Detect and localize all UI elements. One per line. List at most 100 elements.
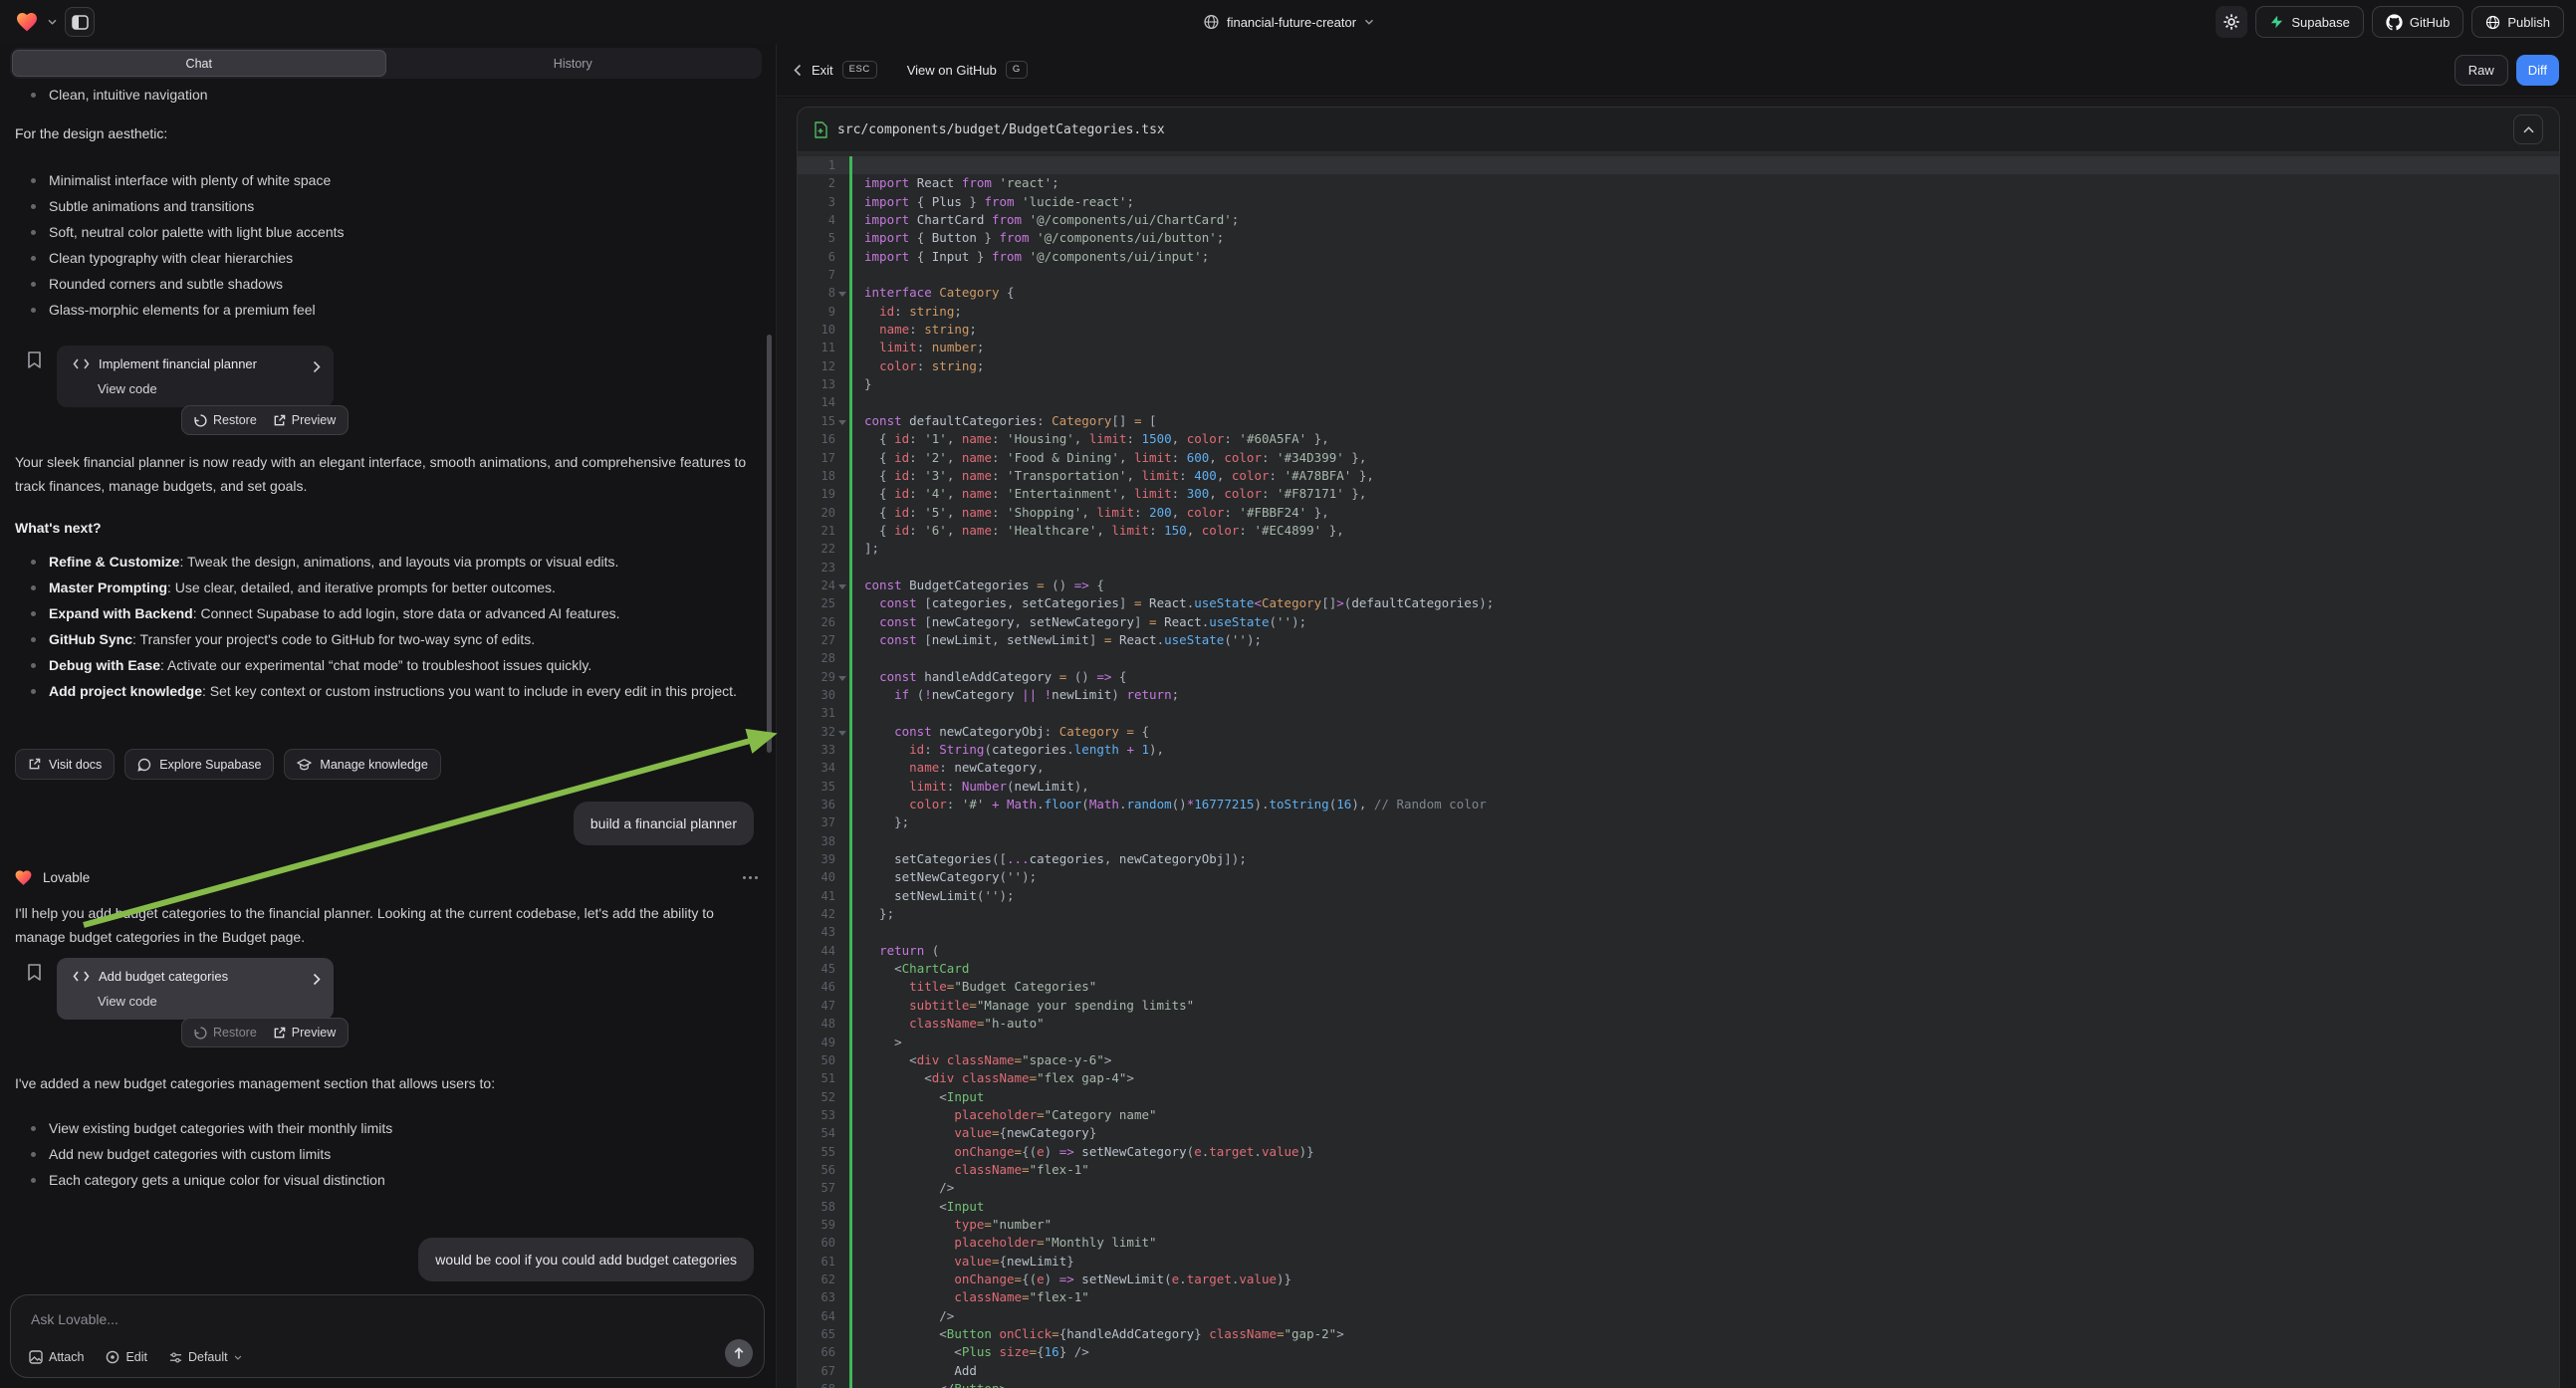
tab-history[interactable]: History bbox=[386, 50, 761, 77]
code-line: 36 color: '#' + Math.floor(Math.random()… bbox=[798, 796, 2559, 813]
code-line: 18 { id: '3', name: 'Transportation', li… bbox=[798, 467, 2559, 485]
exit-button[interactable]: Exit bbox=[812, 63, 833, 78]
code-text: title="Budget Categories" bbox=[849, 978, 2559, 996]
list-item: Expand with Backend: Connect Supabase to… bbox=[15, 600, 757, 626]
visit-docs-button[interactable]: Visit docs bbox=[15, 749, 115, 780]
version-card-implement-financial-planner[interactable]: Implement financial planner View code bbox=[57, 346, 334, 407]
bookmark-icon[interactable] bbox=[27, 963, 42, 982]
external-link-icon bbox=[273, 1027, 286, 1040]
design-heading: For the design aesthetic: bbox=[15, 121, 757, 145]
code-line: 5import { Button } from '@/components/ui… bbox=[798, 229, 2559, 247]
version-card-add-budget-categories[interactable]: Add budget categories View code bbox=[57, 958, 334, 1020]
sidebar-toggle-button[interactable] bbox=[65, 7, 95, 37]
code-line: 19 { id: '4', name: 'Entertainment', lim… bbox=[798, 485, 2559, 503]
project-switcher[interactable]: financial-future-creator bbox=[1203, 0, 1373, 44]
edit-button[interactable]: Edit bbox=[106, 1350, 147, 1364]
fold-chevron-icon[interactable] bbox=[838, 584, 846, 589]
bullet-text: Add new budget categories with custom li… bbox=[49, 1142, 331, 1166]
target-icon bbox=[106, 1350, 119, 1364]
code-text: ]; bbox=[849, 540, 2559, 558]
view-code-link[interactable]: View code bbox=[98, 381, 157, 396]
code-text bbox=[849, 649, 2559, 667]
code-line: 66 <Plus size={16} /> bbox=[798, 1343, 2559, 1361]
chat-scrollbar[interactable] bbox=[767, 335, 772, 753]
restore-button[interactable]: Restore bbox=[194, 1026, 257, 1040]
code-text: <div className="flex gap-4"> bbox=[849, 1069, 2559, 1087]
bullet-text: Refine & Customize: Tweak the design, an… bbox=[49, 549, 618, 575]
code-line: 27 const [newLimit, setNewLimit] = React… bbox=[798, 631, 2559, 649]
project-title: financial-future-creator bbox=[1227, 15, 1356, 30]
code-line: 4import ChartCard from '@/components/ui/… bbox=[798, 211, 2559, 229]
bullet-dot bbox=[31, 560, 36, 565]
lovable-logo-icon[interactable] bbox=[14, 10, 40, 34]
fold-chevron-icon[interactable] bbox=[838, 676, 846, 681]
code-line: 26 const [newCategory, setNewCategory] =… bbox=[798, 613, 2559, 631]
chevron-up-icon bbox=[2523, 126, 2534, 133]
line-number: 8 bbox=[798, 284, 849, 302]
list-item: Subtle animations and transitions bbox=[15, 193, 757, 219]
view-on-github-button[interactable]: View on GitHub bbox=[907, 63, 997, 78]
code-line: 45 <ChartCard bbox=[798, 960, 2559, 978]
fold-chevron-icon[interactable] bbox=[838, 420, 846, 425]
code-text: /> bbox=[849, 1307, 2559, 1325]
bullet-text: Rounded corners and subtle shadows bbox=[49, 272, 283, 296]
bullet-text: Debug with Ease: Activate our experiment… bbox=[49, 652, 591, 678]
code-line: 59 type="number" bbox=[798, 1216, 2559, 1234]
fold-chevron-icon[interactable] bbox=[838, 731, 846, 736]
manage-knowledge-button[interactable]: Manage knowledge bbox=[284, 749, 440, 780]
code-line: 46 title="Budget Categories" bbox=[798, 978, 2559, 996]
view-code-link[interactable]: View code bbox=[98, 994, 157, 1009]
diff-toggle-button[interactable]: Diff bbox=[2516, 55, 2559, 86]
code-line: 9 id: string; bbox=[798, 303, 2559, 321]
line-number: 51 bbox=[798, 1069, 849, 1087]
external-link-icon bbox=[273, 414, 286, 427]
code-line: 10 name: string; bbox=[798, 321, 2559, 339]
code-text: setCategories([...categories, newCategor… bbox=[849, 850, 2559, 868]
code-panel-header: Exit ESC View on GitHub G Raw Diff bbox=[777, 44, 2576, 97]
line-number: 28 bbox=[798, 649, 849, 667]
model-selector[interactable]: Default bbox=[169, 1350, 242, 1364]
explore-supabase-button[interactable]: Explore Supabase bbox=[124, 749, 274, 780]
code-line: 21 { id: '6', name: 'Healthcare', limit:… bbox=[798, 522, 2559, 540]
github-button[interactable]: GitHub bbox=[2372, 6, 2463, 38]
prompt-input-box[interactable]: Ask Lovable... Attach Edit bbox=[10, 1294, 765, 1378]
line-number: 18 bbox=[798, 467, 849, 485]
code-text: setNewCategory(''); bbox=[849, 868, 2559, 886]
bullet-text: Clean, intuitive navigation bbox=[49, 83, 208, 107]
attach-button[interactable]: Attach bbox=[29, 1350, 84, 1364]
publish-button[interactable]: Publish bbox=[2471, 6, 2564, 38]
line-number: 64 bbox=[798, 1307, 849, 1325]
supabase-icon bbox=[2269, 14, 2284, 30]
fold-chevron-icon[interactable] bbox=[838, 292, 846, 297]
restore-button[interactable]: Restore bbox=[194, 413, 257, 427]
send-button[interactable] bbox=[725, 1339, 753, 1367]
settings-button[interactable] bbox=[2216, 6, 2247, 38]
code-text: const [newLimit, setNewLimit] = React.us… bbox=[849, 631, 2559, 649]
preview-button[interactable]: Preview bbox=[273, 1026, 336, 1040]
raw-toggle-button[interactable]: Raw bbox=[2455, 55, 2508, 86]
code-line: 41 setNewLimit(''); bbox=[798, 887, 2559, 905]
more-menu-icon[interactable] bbox=[743, 876, 758, 879]
line-number: 14 bbox=[798, 393, 849, 411]
preview-button[interactable]: Preview bbox=[273, 413, 336, 427]
code-line: 24const BudgetCategories = () => { bbox=[798, 577, 2559, 594]
bookmark-icon[interactable] bbox=[27, 350, 42, 369]
bullet-dot bbox=[31, 1178, 36, 1183]
collapse-file-button[interactable] bbox=[2513, 115, 2543, 144]
g-keycap: G bbox=[1006, 61, 1028, 79]
file-header[interactable]: src/components/budget/BudgetCategories.t… bbox=[798, 108, 2559, 152]
chevron-down-icon[interactable] bbox=[48, 19, 57, 25]
code-line: 31 bbox=[798, 704, 2559, 722]
code-text: <Input bbox=[849, 1088, 2559, 1106]
bullet-dot bbox=[31, 308, 36, 313]
code-text: { id: '5', name: 'Shopping', limit: 200,… bbox=[849, 504, 2559, 522]
code-line: 38 bbox=[798, 832, 2559, 850]
code-line: 35 limit: Number(newLimit), bbox=[798, 778, 2559, 796]
code-line: 28 bbox=[798, 649, 2559, 667]
supabase-button[interactable]: Supabase bbox=[2255, 6, 2364, 38]
tab-chat[interactable]: Chat bbox=[12, 50, 386, 77]
code-line: 65 <Button onClick={handleAddCategory} c… bbox=[798, 1325, 2559, 1343]
code-editor[interactable]: 12import React from 'react';3import { Pl… bbox=[798, 153, 2559, 1388]
code-line: 17 { id: '2', name: 'Food & Dining', lim… bbox=[798, 449, 2559, 467]
code-text: const [newCategory, setNewCategory] = Re… bbox=[849, 613, 2559, 631]
